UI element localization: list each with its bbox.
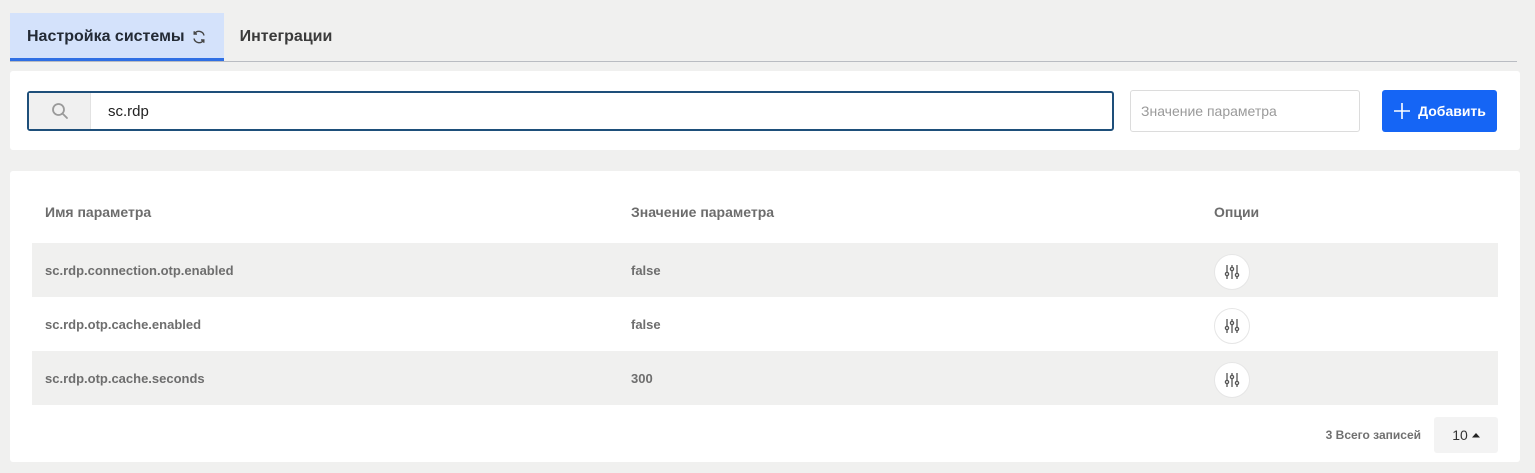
tab-system-settings[interactable]: Настройка системы [10,13,224,61]
table-row[interactable]: sc.rdp.otp.cache.enabled false [32,297,1498,351]
total-records: 3 Всего записей [1325,428,1421,442]
table-header: Имя параметра Значение параметра Опции [32,191,1498,233]
sliders-icon[interactable] [1214,362,1250,398]
search-icon[interactable] [29,93,91,129]
header-value[interactable]: Значение параметра [631,204,774,220]
page-size-value: 10 [1452,427,1468,443]
add-button-label: Добавить [1418,103,1486,119]
caret-up-icon [1471,432,1480,438]
table-footer: 3 Всего записей 10 [1326,417,1498,453]
cell-param-value: false [631,316,661,332]
refresh-icon[interactable] [191,29,207,45]
tab-label: Настройка системы [27,28,185,45]
parameter-value-input[interactable] [1130,90,1360,132]
header-options: Опции [1214,204,1260,220]
sliders-icon[interactable] [1214,254,1250,290]
cell-param-name: sc.rdp.connection.otp.enabled [45,262,234,278]
cell-param-value: false [631,262,661,278]
cell-param-name: sc.rdp.otp.cache.seconds [45,370,205,386]
table-row[interactable]: sc.rdp.otp.cache.seconds 300 [32,351,1498,405]
tab-label: Интеграции [239,28,333,45]
parameters-table: Имя параметра Значение параметра Опции s… [10,171,1520,462]
cell-param-value: 300 [631,370,653,386]
table-row[interactable]: sc.rdp.connection.otp.enabled false [32,243,1498,297]
cell-param-name: sc.rdp.otp.cache.enabled [45,316,202,332]
filter-panel: Добавить [10,71,1520,150]
search-field[interactable] [27,91,1114,131]
plus-icon [1393,102,1411,120]
add-button[interactable]: Добавить [1382,90,1497,132]
page-size-select[interactable]: 10 [1434,417,1498,453]
tab-integrations[interactable]: Интеграции [224,13,349,61]
tab-bar: Настройка системы Интеграции [10,13,1517,62]
sliders-icon[interactable] [1214,308,1250,344]
header-name[interactable]: Имя параметра [45,204,151,220]
search-input[interactable] [91,93,1112,129]
